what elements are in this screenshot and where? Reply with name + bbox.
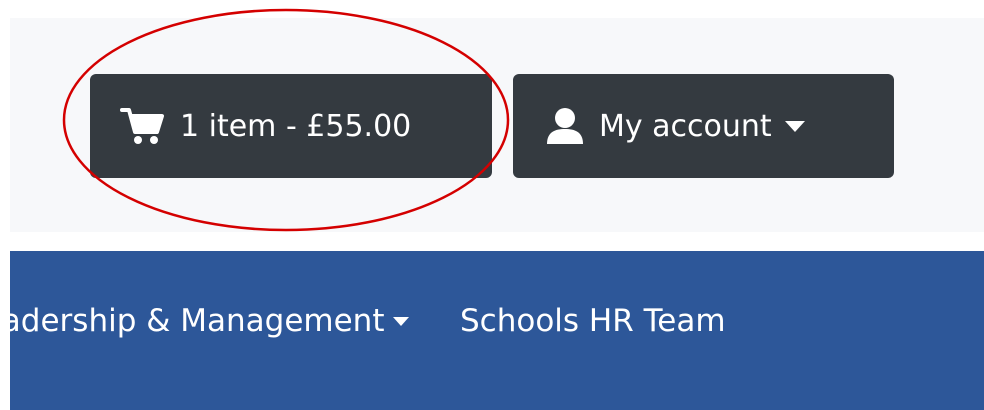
- main-navigation: Leadership & Management Schools HR Team: [10, 251, 984, 410]
- cart-icon: [120, 106, 166, 146]
- nav-item-label: Schools HR Team: [460, 303, 726, 339]
- nav-item-schools-hr-team[interactable]: Schools HR Team: [460, 303, 726, 339]
- my-account-button[interactable]: My account: [513, 74, 894, 178]
- page: 1 item - £55.00 My account Leadership & …: [0, 0, 984, 410]
- my-account-label: My account: [599, 108, 772, 144]
- caret-down-icon: [392, 312, 410, 330]
- nav-item-label: Leadership & Management: [10, 303, 385, 339]
- user-icon: [545, 106, 585, 146]
- nav-item-leadership-management[interactable]: Leadership & Management: [10, 303, 410, 339]
- caret-down-icon: [784, 115, 806, 137]
- cart-summary-label: 1 item - £55.00: [180, 108, 412, 144]
- cart-button[interactable]: 1 item - £55.00: [90, 74, 492, 178]
